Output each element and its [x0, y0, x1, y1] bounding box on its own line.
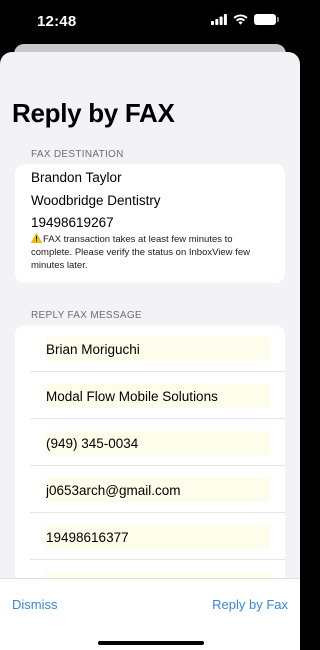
- sender-phone-field[interactable]: [46, 431, 270, 455]
- page-title: Reply by FAX: [12, 98, 175, 128]
- message-row: [30, 466, 285, 513]
- sender-company-field[interactable]: [46, 384, 270, 408]
- bottom-action-bar: Dismiss Reply by Fax: [0, 578, 300, 650]
- warning-icon: [31, 233, 42, 243]
- fax-destination-header: FAX DESTINATION: [31, 149, 124, 160]
- dismiss-button[interactable]: Dismiss: [12, 597, 58, 612]
- wifi-icon: [233, 14, 248, 25]
- fax-destination-card: Brandon Taylor Woodbridge Dentistry 1949…: [15, 164, 285, 283]
- cellular-signal-icon: [211, 14, 227, 25]
- message-row: [30, 372, 285, 419]
- sender-email-field[interactable]: [46, 478, 270, 502]
- reply-by-fax-button[interactable]: Reply by Fax: [212, 597, 288, 612]
- sender-fax-field[interactable]: [46, 525, 270, 549]
- status-bar: 12:48: [0, 0, 300, 44]
- battery-icon: [254, 14, 279, 25]
- reply-fax-message-header: REPLY FAX MESSAGE: [31, 310, 142, 321]
- home-indicator: [98, 641, 204, 645]
- message-row: [30, 419, 285, 466]
- fax-warning-text: FAX transaction takes at least few minut…: [31, 234, 250, 271]
- message-row: [30, 513, 285, 560]
- status-time: 12:48: [37, 13, 77, 30]
- destination-fax-number: 19498619267: [31, 215, 114, 230]
- sender-name-field[interactable]: [46, 337, 270, 361]
- reply-fax-sheet: Reply by FAX FAX DESTINATION Brandon Tay…: [0, 52, 300, 650]
- message-row: [30, 325, 285, 372]
- destination-company: Woodbridge Dentistry: [31, 193, 161, 208]
- destination-name: Brandon Taylor: [31, 170, 122, 185]
- status-icons: [211, 14, 279, 25]
- fax-warning-note: FAX transaction takes at least few minut…: [31, 232, 271, 272]
